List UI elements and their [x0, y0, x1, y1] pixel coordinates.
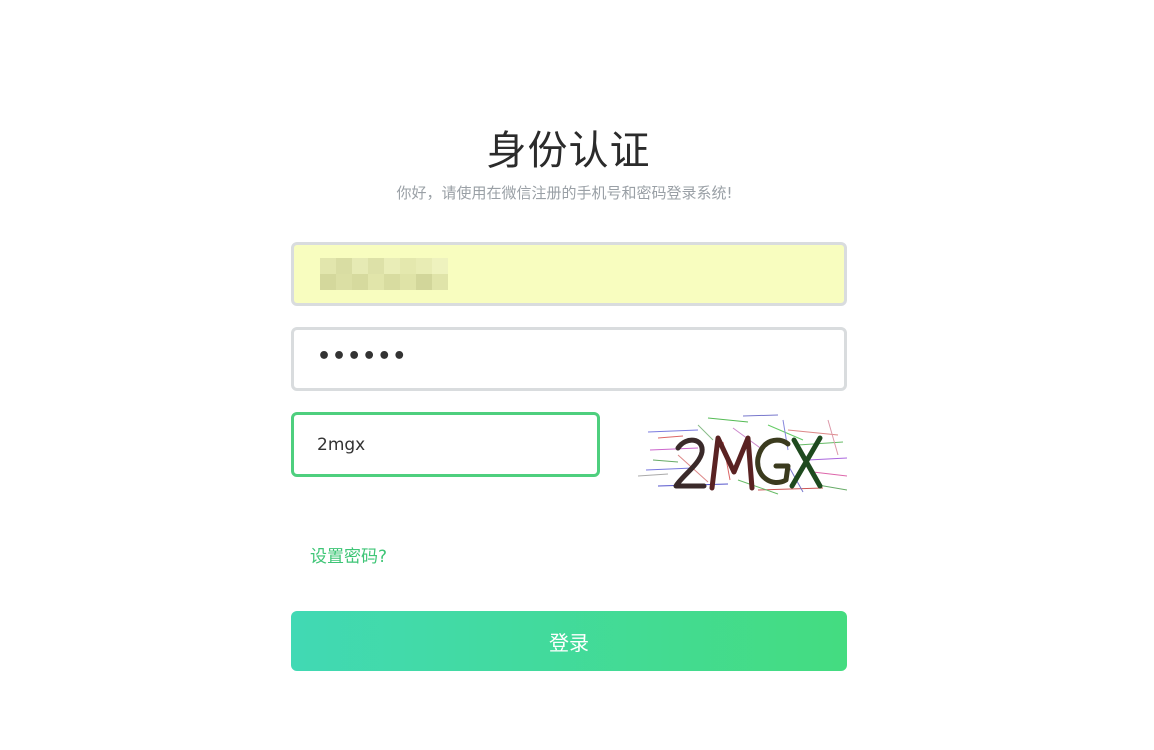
set-password-link[interactable]: 设置密码? — [310, 542, 387, 567]
login-page: 身份认证 你好，请使用在微信注册的手机号和密码登录系统! •••••• 2mgx… — [0, 0, 1154, 750]
captcha-characters — [673, 435, 823, 491]
password-field[interactable]: •••••• — [291, 327, 847, 391]
captcha-image[interactable] — [638, 410, 847, 496]
phone-field[interactable] — [291, 242, 847, 306]
password-masked-value: •••••• — [317, 343, 408, 369]
captcha-input[interactable] — [317, 434, 597, 455]
login-button[interactable]: 登录 — [291, 611, 847, 671]
page-subtitle: 你好，请使用在微信注册的手机号和密码登录系统! — [396, 184, 733, 202]
captcha-field[interactable] — [291, 412, 600, 477]
page-title: 身份认证 — [486, 128, 651, 174]
obscured-phone-value — [320, 258, 448, 290]
